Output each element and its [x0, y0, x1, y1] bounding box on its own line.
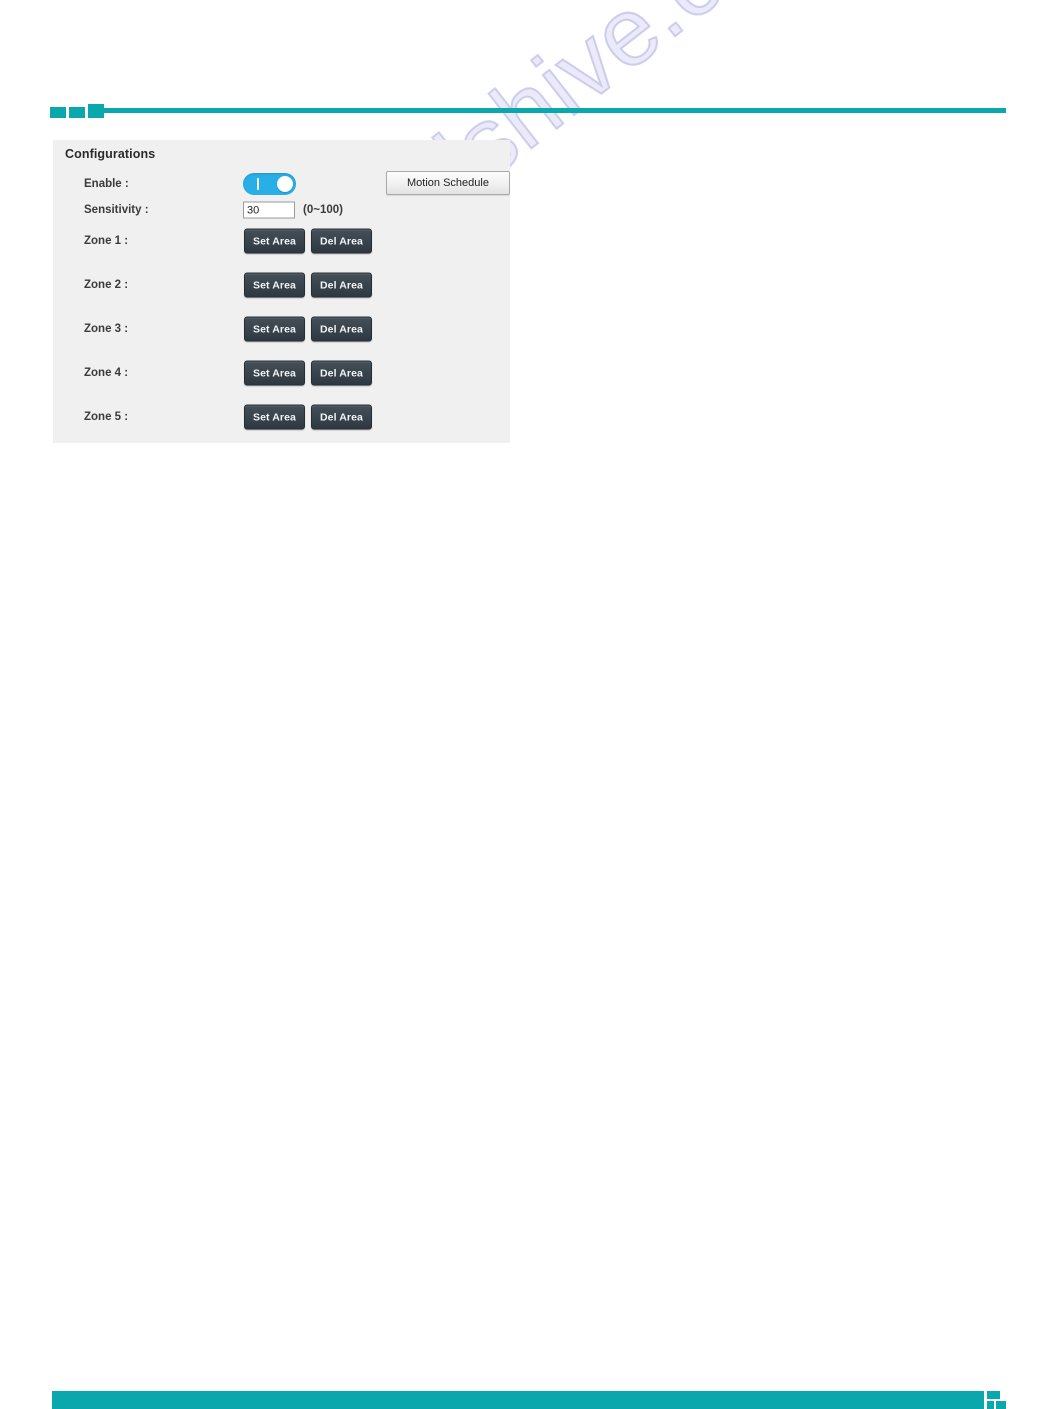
- zone-4-label: Zone 4 :: [84, 367, 129, 379]
- footer-block-2: [987, 1401, 994, 1409]
- footer-rule: [0, 694, 1063, 1409]
- header-block-2: [69, 107, 85, 118]
- zone-4-del-area-button[interactable]: Del Area: [311, 360, 372, 386]
- enable-toggle[interactable]: [243, 173, 296, 195]
- footer-block-1: [987, 1391, 1000, 1399]
- row-sensitivity: Sensitivity : (0~100): [53, 197, 510, 223]
- enable-label: Enable :: [84, 178, 129, 190]
- motion-schedule-button[interactable]: Motion Schedule: [386, 171, 510, 195]
- row-zone-1: Zone 1 : Set Area Del Area: [53, 228, 510, 254]
- page-root: manualshive.com Configurations Enable : …: [0, 0, 1063, 1409]
- panel-title: Configurations: [65, 147, 156, 161]
- header-rule: [0, 52, 1063, 118]
- zone-5-set-area-button[interactable]: Set Area: [244, 404, 305, 430]
- row-zone-3: Zone 3 : Set Area Del Area: [53, 316, 510, 342]
- zone-5-del-area-button[interactable]: Del Area: [311, 404, 372, 430]
- zone-1-label: Zone 1 :: [84, 235, 129, 247]
- zone-5-label: Zone 5 :: [84, 411, 129, 423]
- header-line: [104, 108, 1006, 113]
- row-zone-5: Zone 5 : Set Area Del Area: [53, 404, 510, 430]
- zone-1-buttons: Set Area Del Area: [244, 228, 372, 254]
- zone-3-set-area-button[interactable]: Set Area: [244, 316, 305, 342]
- zone-2-set-area-button[interactable]: Set Area: [244, 272, 305, 298]
- footer-bar: [52, 1391, 984, 1409]
- configurations-panel: Configurations Enable : Motion Schedule …: [53, 140, 510, 443]
- header-block-1: [50, 107, 66, 118]
- zone-4-set-area-button[interactable]: Set Area: [244, 360, 305, 386]
- toggle-on-indicator-icon: [257, 178, 259, 190]
- zone-4-buttons: Set Area Del Area: [244, 360, 372, 386]
- toggle-knob: [277, 176, 293, 192]
- zone-3-buttons: Set Area Del Area: [244, 316, 372, 342]
- row-zone-4: Zone 4 : Set Area Del Area: [53, 360, 510, 386]
- sensitivity-label: Sensitivity :: [84, 204, 149, 216]
- header-block-3: [88, 104, 104, 118]
- zone-3-label: Zone 3 :: [84, 323, 129, 335]
- zone-2-del-area-button[interactable]: Del Area: [311, 272, 372, 298]
- zone-1-del-area-button[interactable]: Del Area: [311, 228, 372, 254]
- zone-3-del-area-button[interactable]: Del Area: [311, 316, 372, 342]
- zone-2-buttons: Set Area Del Area: [244, 272, 372, 298]
- zone-2-label: Zone 2 :: [84, 279, 129, 291]
- row-zone-2: Zone 2 : Set Area Del Area: [53, 272, 510, 298]
- zone-1-set-area-button[interactable]: Set Area: [244, 228, 305, 254]
- footer-block-3: [996, 1401, 1006, 1409]
- sensitivity-range-hint: (0~100): [303, 204, 343, 216]
- sensitivity-input[interactable]: [243, 201, 295, 219]
- zone-5-buttons: Set Area Del Area: [244, 404, 372, 430]
